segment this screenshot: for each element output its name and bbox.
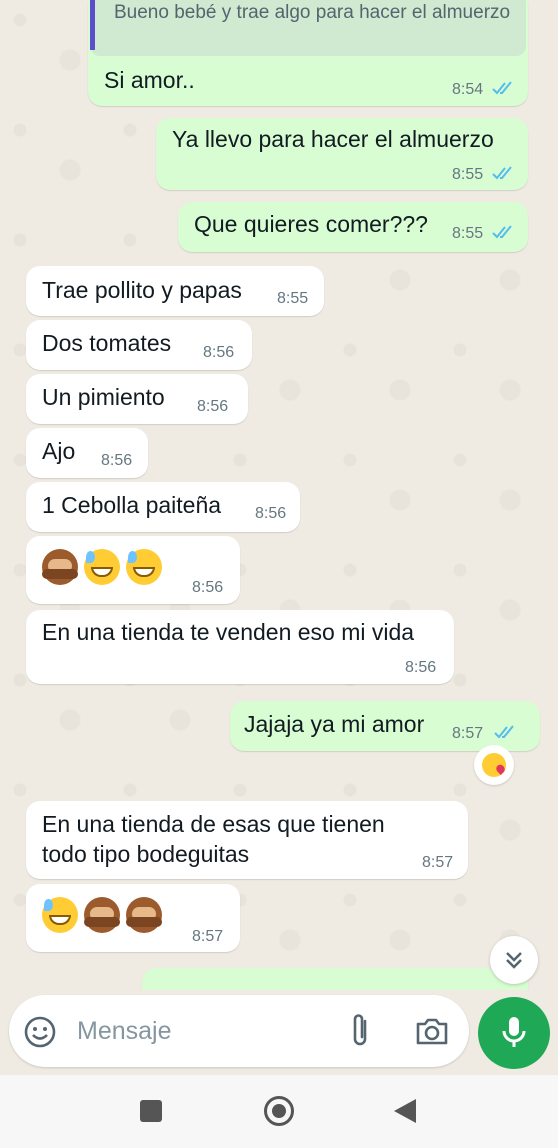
message-text-line: todo tipo bodeguitas (42, 841, 250, 867)
grinning-sweat-icon (42, 897, 78, 933)
see-no-evil-monkey-icon (84, 897, 120, 933)
message-time: 8:56 (405, 659, 437, 676)
message-time: 8:54 (452, 81, 484, 98)
message-time: 8:57 (422, 854, 454, 871)
emoji-row (42, 897, 168, 933)
see-no-evil-monkey-icon (126, 897, 162, 933)
message-bubble-out-partial[interactable] (142, 968, 528, 990)
read-ticks-icon (492, 81, 512, 95)
home-button[interactable] (264, 1096, 294, 1126)
quoted-message-text: Bueno bebé y trae algo para hacer el alm… (114, 2, 511, 23)
message-time: 8:56 (203, 344, 235, 361)
quoted-message[interactable]: Bueno bebé y trae algo para hacer el alm… (90, 0, 526, 56)
chat-area[interactable]: Bueno bebé y trae algo para hacer el alm… (0, 0, 558, 990)
read-ticks-icon (492, 225, 512, 239)
see-no-evil-monkey-icon (42, 549, 78, 585)
message-input[interactable] (75, 1013, 329, 1049)
message-text: Trae pollito y papas (42, 277, 242, 303)
message-text: Ya llevo para hacer el almuerzo (172, 126, 494, 152)
read-ticks-icon (494, 725, 514, 739)
read-ticks-icon (492, 166, 512, 180)
message-time: 8:56 (255, 505, 287, 522)
scroll-to-bottom-button[interactable] (490, 936, 538, 984)
message-text: Jajaja ya mi amor (244, 711, 425, 737)
message-time: 8:56 (101, 452, 133, 469)
face-blowing-kiss-reaction-icon[interactable] (474, 745, 514, 785)
recents-button[interactable] (140, 1100, 162, 1122)
message-text: En una tienda te venden eso mi vida (42, 619, 415, 645)
message-text: 1 Cebolla paiteña (42, 492, 222, 518)
message-time: 8:55 (452, 225, 484, 242)
message-text: Dos tomates (42, 330, 172, 356)
message-time: 8:55 (277, 290, 309, 307)
kiss-face (482, 753, 506, 777)
message-text-line: En una tienda de esas que tienen (42, 811, 385, 837)
camera-icon[interactable] (414, 1015, 450, 1047)
emoji-row (42, 549, 168, 585)
message-composer (9, 995, 469, 1067)
message-text: Que quieres comer??? (194, 211, 428, 237)
message-time: 8:55 (452, 166, 484, 183)
message-text: Ajo (42, 438, 76, 464)
paperclip-icon[interactable] (347, 1013, 373, 1049)
grinning-sweat-icon (84, 549, 120, 585)
back-button[interactable] (392, 1097, 418, 1125)
message-time: 8:56 (197, 398, 229, 415)
message-text: Si amor.. (104, 67, 195, 93)
message-time: 8:57 (452, 725, 484, 742)
system-navigation-bar (0, 1075, 558, 1148)
quote-accent-bar (90, 0, 95, 50)
message-time: 8:57 (192, 928, 224, 945)
home-dot (272, 1104, 286, 1118)
message-time: 8:56 (192, 579, 224, 596)
grinning-sweat-icon (126, 549, 162, 585)
microphone-icon (502, 1017, 526, 1047)
voice-message-button[interactable] (478, 997, 550, 1069)
message-text: Un pimiento (42, 384, 165, 410)
smiley-icon[interactable] (23, 1015, 57, 1049)
double-chevron-down-icon (506, 952, 522, 969)
